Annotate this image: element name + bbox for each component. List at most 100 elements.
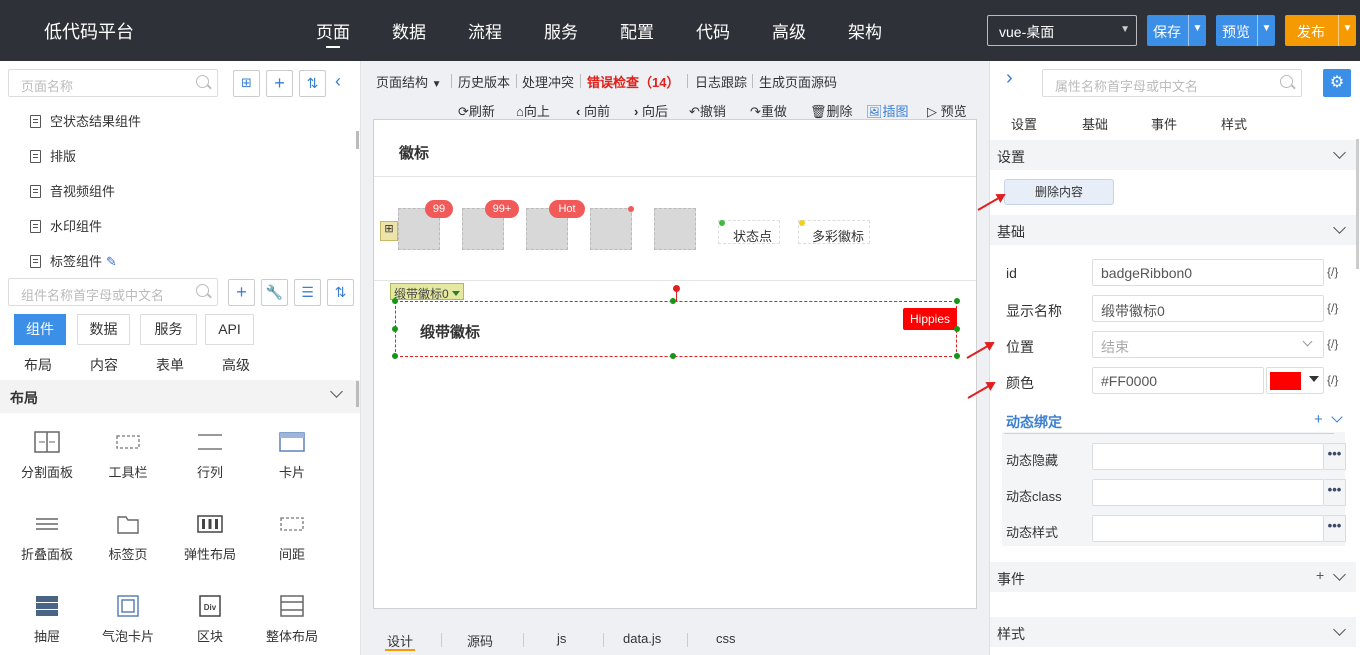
tab-api[interactable]: API [205,314,254,345]
add-component-icon[interactable]: + [228,279,255,306]
resize-handle[interactable] [954,353,960,359]
resize-handle[interactable] [954,326,960,332]
dynamic-style-input[interactable] [1092,515,1324,542]
color-expression-icon[interactable]: {/} [1327,373,1338,387]
id-input[interactable]: badgeRibbon0 [1092,259,1324,286]
component-split-panel[interactable]: 分割面板 [7,431,87,481]
resize-handle[interactable] [670,353,676,359]
style-section-header[interactable]: 样式 [990,617,1356,647]
component-scrollbar[interactable] [356,381,359,407]
move-up-button[interactable]: ⌂向上 [516,101,550,120]
delete-button[interactable]: 🗑删除 [810,101,853,120]
tab-data[interactable]: 数据 [77,314,130,345]
forward-button[interactable]: ‹ 向前 [576,101,610,120]
edit-pencil-icon[interactable]: ✎ [106,254,117,269]
gear-icon[interactable]: ⚙ [1323,69,1351,97]
tab-settings[interactable]: 设置 [1011,114,1037,133]
rotate-handle[interactable] [673,285,680,292]
history-button[interactable]: 历史版本 [458,72,510,91]
list-sort-icon[interactable]: ☰ [294,279,321,306]
position-expression-icon[interactable]: {/} [1327,337,1338,351]
nav-advanced[interactable]: 高级 [772,18,806,43]
add-event-icon[interactable]: + [1316,567,1324,583]
component-drawer[interactable]: 抽屉 [7,595,87,645]
property-search-input[interactable]: 属性名称首字母或中文名 [1042,69,1302,97]
tab-design[interactable]: 设计 [387,631,413,650]
delete-content-button[interactable]: 删除内容 [1004,179,1114,205]
preview-button[interactable]: 预览 ▼ [1216,15,1275,46]
add-binding-icon[interactable]: + [1314,411,1323,428]
nav-architecture[interactable]: 架构 [848,18,882,43]
basic-section-header[interactable]: 基础 [990,215,1356,245]
layout-section-header[interactable]: 布局 [0,380,360,413]
resize-handle[interactable] [392,326,398,332]
subtab-content[interactable]: 内容 [90,355,118,375]
subtab-advanced[interactable]: 高级 [222,355,250,375]
wrench-icon[interactable]: 🔧 [261,279,288,306]
dynamic-hidden-input[interactable] [1092,443,1324,470]
preview-dropdown-icon[interactable]: ▼ [1257,15,1275,46]
tree-item[interactable]: 标签组件 ✎ [30,251,117,270]
nav-service[interactable]: 服务 [544,18,578,43]
page-structure-dropdown[interactable]: 页面结构 ▼ [376,72,442,91]
publish-button[interactable]: 发布 ▼ [1285,15,1356,46]
collapse-left-icon[interactable]: ‹ [335,71,341,92]
color-picker[interactable] [1266,367,1324,394]
nav-page[interactable]: 页面 [316,18,350,43]
subtab-layout[interactable]: 布局 [24,355,52,375]
tree-scrollbar[interactable] [356,131,359,149]
component-search-input[interactable]: 组件名称首字母或中文名 [8,278,218,306]
more-icon[interactable]: ••• [1324,443,1346,470]
tree-item[interactable]: 排版 [30,146,76,165]
component-collapse[interactable]: 折叠面板 [7,513,87,563]
page-search-input[interactable]: 页面名称 [8,69,218,97]
events-section-header[interactable]: 事件 + [990,562,1356,592]
component-spacing[interactable]: 间距 [252,513,332,563]
property-scrollbar[interactable] [1356,139,1359,269]
tab-components[interactable]: 组件 [14,314,66,345]
chevron-down-icon[interactable] [1331,411,1343,423]
component-row-col[interactable]: 行列 [170,431,250,481]
nav-code[interactable]: 代码 [696,18,730,43]
save-dropdown-icon[interactable]: ▼ [1188,15,1206,46]
add-page-icon[interactable]: + [266,70,293,97]
expand-right-icon[interactable]: › [1006,67,1013,90]
more-icon[interactable]: ••• [1324,515,1346,542]
component-handle-icon[interactable]: ⊞ [380,221,398,241]
subtab-form[interactable]: 表单 [156,355,184,375]
insert-image-button[interactable]: 🖼插图 [866,101,909,120]
nav-config[interactable]: 配置 [620,18,654,43]
component-card[interactable]: 卡片 [252,431,332,481]
tab-basic[interactable]: 基础 [1082,114,1108,133]
tab-services[interactable]: 服务 [140,314,197,345]
generate-source-button[interactable]: 生成页面源码 [759,72,837,91]
sort-icon[interactable]: ⇅ [299,70,326,97]
settings-section-header[interactable]: 设置 [990,140,1356,170]
resize-handle[interactable] [954,298,960,304]
tab-style[interactable]: 样式 [1221,114,1247,133]
component-layout[interactable]: 整体布局 [252,595,332,645]
tree-item[interactable]: 音视频组件 [30,181,115,200]
conflict-button[interactable]: 处理冲突 [522,72,574,91]
component-popover[interactable]: 气泡卡片 [88,595,168,645]
component-tabs[interactable]: 标签页 [88,513,168,563]
tab-events[interactable]: 事件 [1151,114,1177,133]
component-toolbar[interactable]: 工具栏 [88,431,168,481]
tab-datajs[interactable]: data.js [623,631,661,646]
tab-css[interactable]: css [716,631,736,646]
tab-source[interactable]: 源码 [467,631,493,650]
resize-handle[interactable] [670,298,676,304]
tree-item[interactable]: 空状态结果组件 [30,111,141,130]
tree-item[interactable]: 水印组件 [30,216,102,235]
nav-data[interactable]: 数据 [392,18,426,43]
component-flex[interactable]: 弹性布局 [170,513,250,563]
ribbon-badge-component[interactable]: 缎带徽标 Hippies [395,301,958,357]
resize-handle[interactable] [392,353,398,359]
nav-flow[interactable]: 流程 [468,18,502,43]
position-select[interactable]: 结束 [1092,331,1324,358]
preview-canvas-button[interactable]: ▷ 预览 [927,101,967,120]
tab-js[interactable]: js [557,631,566,646]
sort-icon[interactable]: ⇅ [327,279,354,306]
selected-component-tag[interactable]: 缎带徽标0 [390,283,465,301]
save-button[interactable]: 保存 ▼ [1147,15,1206,46]
